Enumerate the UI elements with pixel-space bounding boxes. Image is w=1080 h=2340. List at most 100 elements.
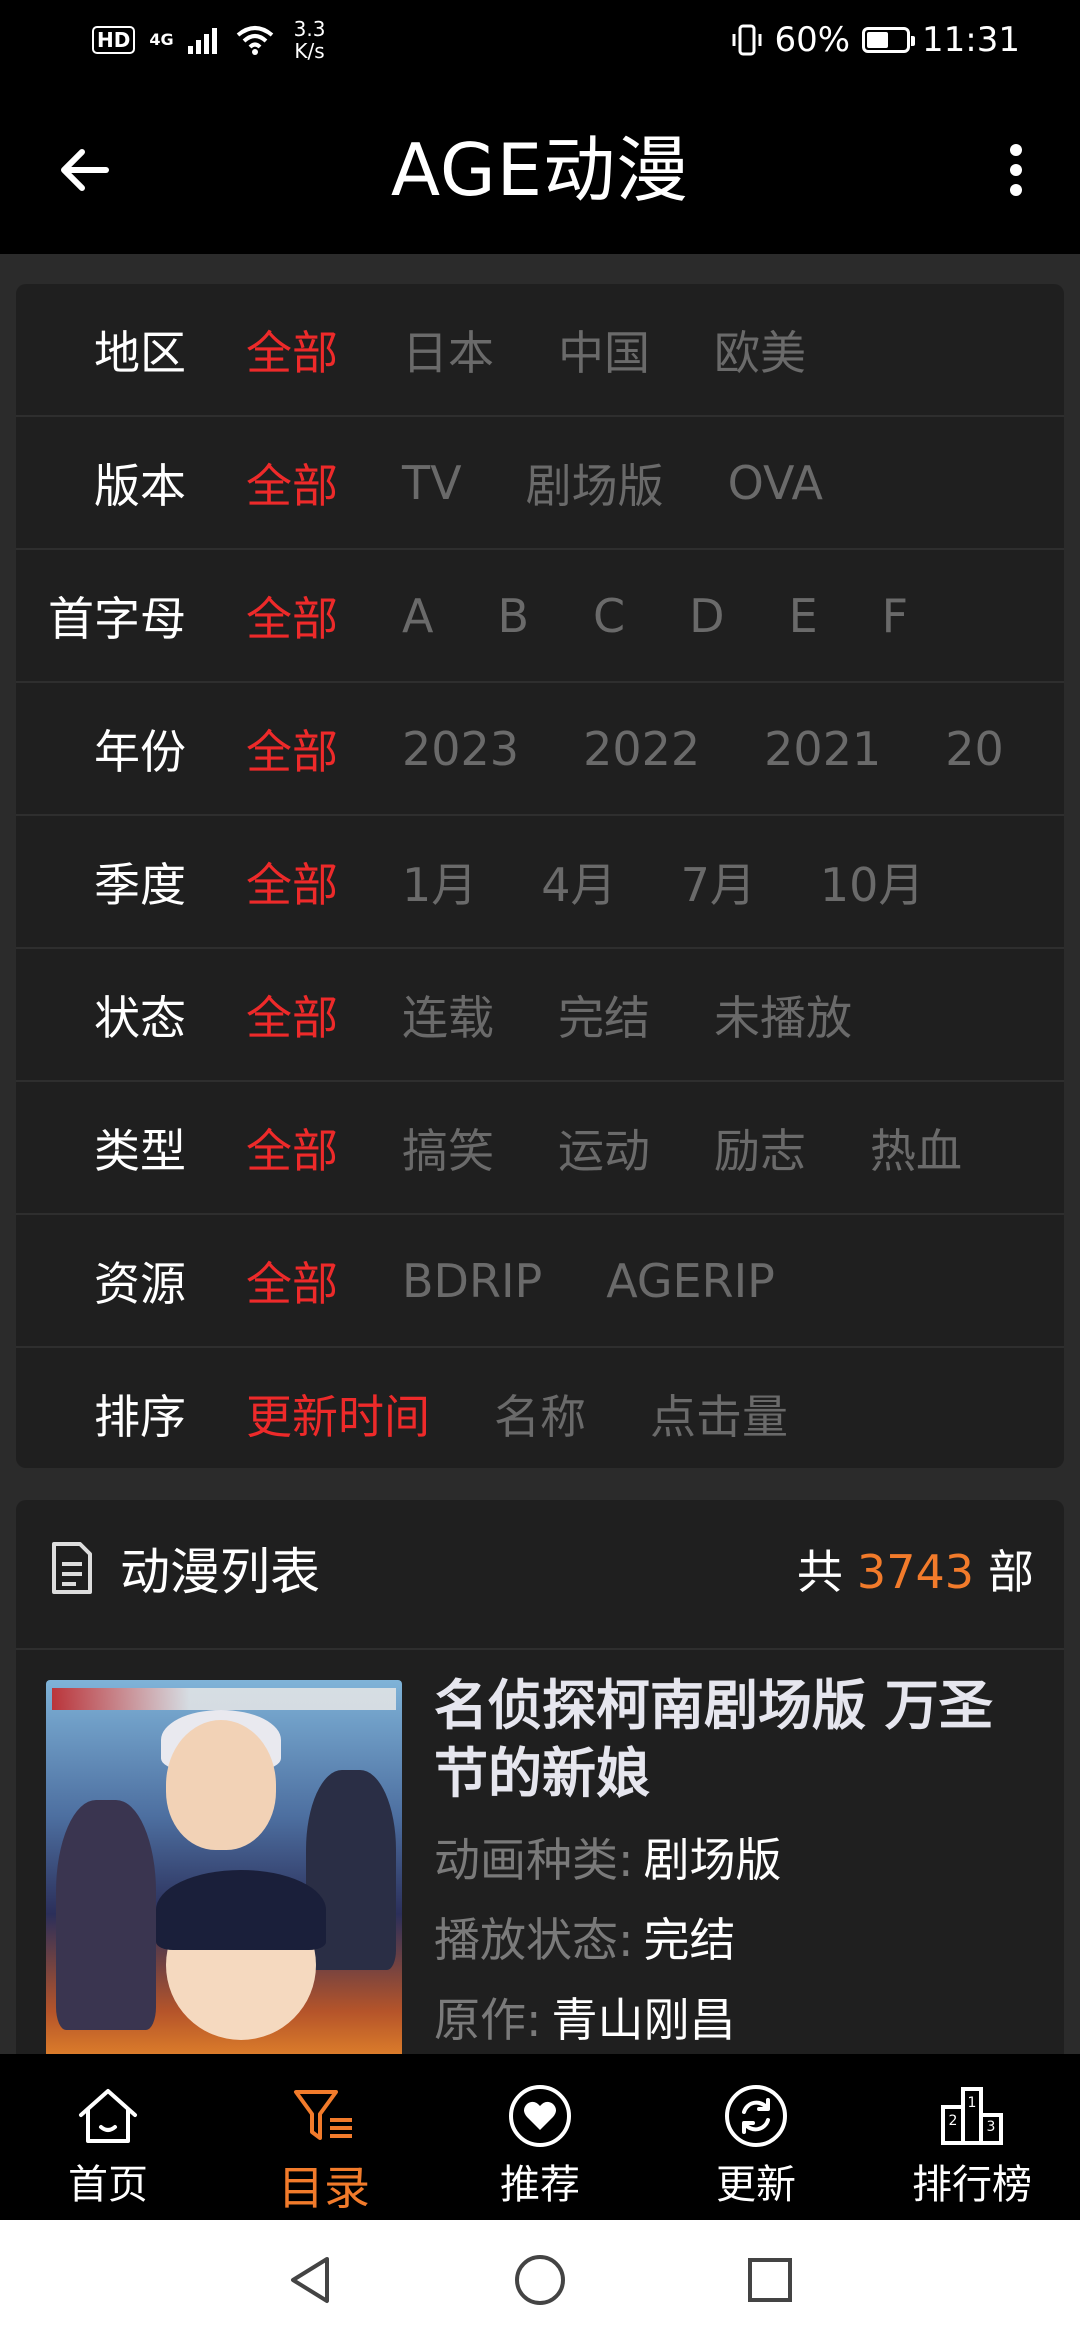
circle-home-icon <box>515 2255 565 2305</box>
filter-icon <box>294 2090 352 2140</box>
filter-option[interactable]: 1月 <box>402 849 477 915</box>
filter-option[interactable]: 20 <box>945 722 1004 776</box>
wifi-icon <box>236 26 273 55</box>
filter-options: 全部 日本 中国 欧美 <box>246 317 870 383</box>
svg-text:2: 2 <box>949 2113 958 2129</box>
filter-label: 状态 <box>94 990 186 1045</box>
nav-home[interactable]: 首页 <box>0 2054 216 2220</box>
nav-ranking[interactable]: 1 2 3 排行榜 <box>864 2054 1080 2220</box>
filter-options: 全部 TV 剧场版 OVA <box>246 450 887 516</box>
list-item[interactable]: 名侦探柯南剧场版 万圣节的新娘 动画种类: 剧场版 播放状态: 完结 原作: 青山刚昌 <box>16 1650 1064 2060</box>
meta-key: 动画种类: <box>434 1833 634 1887</box>
heart-icon <box>509 2085 571 2147</box>
filter-option[interactable]: C <box>593 589 625 643</box>
anime-title[interactable]: 名侦探柯南剧场版 万圣节的新娘 <box>434 1672 1034 1808</box>
filter-option[interactable]: 2023 <box>402 722 519 776</box>
filter-option[interactable]: 全部 <box>246 450 338 516</box>
filter-option[interactable]: 7月 <box>681 849 756 915</box>
filter-row: 版本 全部 TV 剧场版 OVA <box>16 417 1064 550</box>
filter-options: 全部 BDRIP AGERIP <box>246 1248 839 1314</box>
meta-value: 青山刚昌 <box>551 1993 736 2047</box>
nav-label: 推荐 <box>500 2162 580 2208</box>
system-back-button[interactable] <box>282 2252 338 2308</box>
battery-percent: 60% <box>774 20 851 60</box>
ranking-icon: 1 2 3 <box>941 2087 1003 2145</box>
meta-row: 原作: 青山刚昌 <box>434 1980 1034 2060</box>
filter-option[interactable]: 剧场版 <box>526 450 664 516</box>
nav-label: 首页 <box>68 2162 148 2208</box>
count-prefix: 共 <box>796 1545 843 1599</box>
nav-catalog[interactable]: 目录 <box>216 2054 432 2220</box>
system-recents-button[interactable] <box>742 2252 798 2308</box>
filter-option[interactable]: B <box>497 589 529 643</box>
filter-option[interactable]: 搞笑 <box>402 1115 494 1181</box>
filter-label: 年份 <box>94 724 186 779</box>
anime-meta: 动画种类: 剧场版 播放状态: 完结 原作: 青山刚昌 <box>434 1820 1034 2060</box>
more-vert-icon <box>1010 144 1022 196</box>
filter-option[interactable]: 未播放 <box>714 982 852 1048</box>
filter-row: 首字母 全部 A B C D E F <box>16 550 1064 683</box>
meta-value: 剧场版 <box>643 1833 782 1887</box>
filter-option[interactable]: 全部 <box>246 317 338 383</box>
filter-option[interactable]: OVA <box>728 456 823 510</box>
filter-option[interactable]: 欧美 <box>714 317 806 383</box>
filter-option[interactable]: 完结 <box>558 982 650 1048</box>
system-home-button[interactable] <box>512 2252 568 2308</box>
filter-option[interactable]: 全部 <box>246 1115 338 1181</box>
vibrate-icon <box>732 24 762 56</box>
filter-option[interactable]: 热血 <box>870 1115 962 1181</box>
filter-option[interactable]: 励志 <box>714 1115 806 1181</box>
filter-option[interactable]: A <box>402 589 433 643</box>
filter-option[interactable]: D <box>689 589 724 643</box>
list-title: 动漫列表 <box>120 1543 320 1601</box>
filter-option[interactable]: 日本 <box>402 317 494 383</box>
nav-recommend[interactable]: 推荐 <box>432 2054 648 2220</box>
filter-label: 首字母 <box>48 591 186 646</box>
filter-options: 全部 2023 2022 2021 20 <box>246 716 1064 782</box>
nav-updates[interactable]: 更新 <box>648 2054 864 2220</box>
filter-option[interactable]: TV <box>402 456 462 510</box>
list-header: 动漫列表 共 3743 部 <box>16 1500 1064 1650</box>
status-bar: HD 4G 3.3 K/s 60% 11:31 <box>0 0 1080 84</box>
hd-indicator: HD <box>92 26 136 54</box>
filter-option[interactable]: 全部 <box>246 982 338 1048</box>
svg-text:1: 1 <box>968 2095 977 2111</box>
filter-option[interactable]: AGERIP <box>606 1254 775 1308</box>
signal-icon <box>187 28 217 54</box>
document-icon <box>52 1542 92 1594</box>
anime-poster[interactable] <box>46 1680 402 2060</box>
filter-option[interactable]: 全部 <box>246 849 338 915</box>
filter-option[interactable]: BDRIP <box>402 1254 542 1308</box>
filter-option[interactable]: 全部 <box>246 716 338 782</box>
filter-row: 年份 全部 2023 2022 2021 20 <box>16 683 1064 816</box>
filter-row: 状态 全部 连载 完结 未播放 <box>16 949 1064 1082</box>
filter-option[interactable]: E <box>789 589 818 643</box>
filter-row: 排序 更新时间 名称 点击量 <box>16 1348 1064 1468</box>
app-title: AGE动漫 <box>390 128 690 212</box>
filter-option[interactable]: 点击量 <box>650 1381 788 1447</box>
meta-row: 动画种类: 剧场版 <box>434 1820 1034 1900</box>
filter-option[interactable]: 更新时间 <box>246 1381 430 1447</box>
net-speed: 3.3 K/s <box>293 17 326 63</box>
app-bar: AGE动漫 <box>0 84 1080 254</box>
overflow-menu-button[interactable] <box>980 134 1052 206</box>
refresh-icon <box>725 2085 787 2147</box>
filter-option[interactable]: 中国 <box>558 317 650 383</box>
filter-option[interactable]: 连载 <box>402 982 494 1048</box>
filter-option[interactable]: 全部 <box>246 1248 338 1314</box>
system-nav-bar <box>0 2220 1080 2340</box>
filter-option[interactable]: 2022 <box>583 722 700 776</box>
filter-option[interactable]: 4月 <box>541 849 616 915</box>
filter-option[interactable]: 2021 <box>764 722 881 776</box>
filter-option[interactable]: 10月 <box>820 849 925 915</box>
filter-option[interactable]: F <box>882 589 908 643</box>
count-suffix: 部 <box>988 1545 1034 1599</box>
filter-row: 季度 全部 1月 4月 7月 10月 <box>16 816 1064 949</box>
battery-icon <box>862 27 916 53</box>
filter-option[interactable]: 全部 <box>246 583 338 649</box>
svg-text:3: 3 <box>987 2119 996 2135</box>
filter-option[interactable]: 运动 <box>558 1115 650 1181</box>
filter-row: 类型 全部 搞笑 运动 励志 热血 <box>16 1082 1064 1215</box>
filter-option[interactable]: 名称 <box>494 1381 586 1447</box>
filter-options: 全部 搞笑 运动 励志 热血 <box>246 1115 1026 1181</box>
